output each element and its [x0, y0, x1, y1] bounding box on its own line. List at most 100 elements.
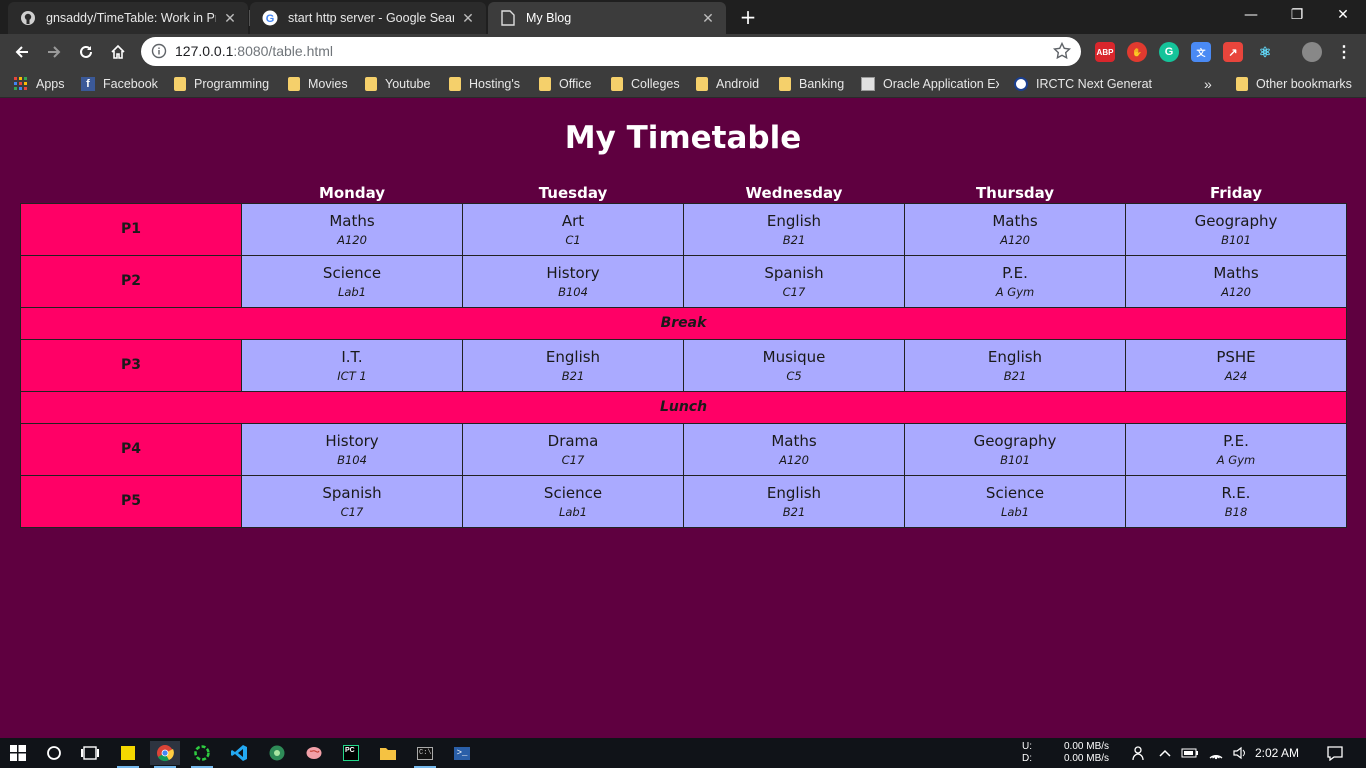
bookmark-star-icon[interactable]: [1052, 41, 1072, 64]
adblock-plus-icon[interactable]: ABP: [1095, 42, 1115, 62]
greenshot-app[interactable]: [262, 741, 292, 765]
header-corner: [21, 180, 242, 203]
folder-icon: [380, 748, 396, 760]
lesson-room: B21: [782, 504, 806, 519]
tab-title: start http server - Google Search: [288, 11, 454, 25]
period-label: P5: [20, 474, 242, 528]
wifi-button[interactable]: [1204, 741, 1228, 765]
powershell-icon: >_: [454, 746, 470, 760]
file-explorer-app[interactable]: [373, 741, 403, 765]
react-devtools-icon[interactable]: ⚛: [1255, 42, 1275, 62]
browser-toolbar: 127.0.0.1:8080/table.html ABP ✋ G 文 ↗ ⚛ …: [0, 34, 1366, 70]
lesson-room: Lab1: [558, 504, 588, 519]
lesson-room: B101: [1221, 232, 1251, 247]
bookmark-oracle-apex[interactable]: Oracle Application Ex: [861, 75, 999, 93]
irctc-icon: [1014, 77, 1028, 91]
bookmark-android[interactable]: Android: [696, 75, 759, 93]
pycharm-app[interactable]: PC: [336, 741, 366, 765]
profile-avatar[interactable]: [1302, 42, 1322, 62]
lunch-label: Lunch: [20, 390, 1347, 424]
address-bar[interactable]: 127.0.0.1:8080/table.html: [141, 37, 1081, 66]
loader-app[interactable]: [187, 741, 217, 768]
bookmark-irctc[interactable]: IRCTC Next Generatio: [1014, 75, 1152, 93]
bookmark-banking[interactable]: Banking: [779, 75, 844, 93]
share-arrow-icon[interactable]: ↗: [1223, 42, 1243, 62]
bookmark-label: Colleges: [631, 77, 680, 91]
lesson-subject: Science: [985, 483, 1045, 502]
taskbar-clock[interactable]: 2:02 AM: [1255, 746, 1299, 760]
people-button[interactable]: [1124, 741, 1154, 765]
translate-icon[interactable]: 文: [1191, 42, 1211, 62]
back-button[interactable]: [9, 39, 35, 65]
tab-github[interactable]: gnsaddy/TimeTable: Work in Progress ✕: [8, 2, 248, 34]
tab-title: My Blog: [526, 11, 572, 25]
lesson-room: A Gym: [1216, 452, 1256, 467]
lesson-cell: Musique C5: [683, 338, 905, 392]
reload-button[interactable]: [73, 39, 99, 65]
folder-icon: [174, 77, 186, 91]
task-view-button[interactable]: [75, 741, 105, 765]
bookmarks-overflow-chevron-icon[interactable]: »: [1204, 75, 1212, 93]
timetable: Monday Tuesday Wednesday Thursday Friday…: [20, 180, 1347, 528]
google-icon: G: [262, 10, 278, 26]
bookmark-label: Other bookmarks: [1256, 77, 1352, 91]
bookmark-label: Youtube: [385, 77, 431, 91]
folder-icon: [539, 77, 551, 91]
brain-app[interactable]: [299, 741, 329, 765]
ublock-icon[interactable]: ✋: [1127, 42, 1147, 62]
green-globe-icon: [269, 745, 285, 761]
bookmark-movies[interactable]: Movies: [288, 75, 348, 93]
vscode-app[interactable]: [224, 741, 254, 765]
lesson-room: B21: [561, 368, 585, 383]
tab-google-search[interactable]: G start http server - Google Search ✕: [250, 2, 486, 34]
powershell-app[interactable]: >_: [447, 741, 477, 765]
folder-icon: [449, 77, 461, 91]
bookmark-label: IRCTC Next Generatio: [1036, 77, 1152, 91]
windows-logo-icon: [10, 745, 26, 761]
close-tab-icon[interactable]: ✕: [460, 10, 476, 26]
lesson-cell: Science Lab1: [462, 474, 684, 528]
bookmark-hostings[interactable]: Hosting's: [449, 75, 520, 93]
day-header-monday: Monday: [318, 183, 386, 202]
home-icon: [111, 44, 125, 59]
volume-button[interactable]: [1228, 741, 1252, 765]
bookmark-office[interactable]: Office: [539, 75, 591, 93]
new-tab-button[interactable]: +: [736, 6, 760, 28]
break-row: Lunch: [20, 390, 1347, 424]
brain-icon: [306, 747, 322, 759]
bookmark-other-bookmarks[interactable]: Other bookmarks: [1236, 75, 1352, 93]
bookmark-apps[interactable]: Apps: [14, 75, 65, 93]
bookmark-facebook[interactable]: f Facebook: [81, 75, 158, 93]
command-prompt-app[interactable]: C:\: [410, 741, 440, 768]
close-tab-icon[interactable]: ✕: [700, 10, 716, 26]
bookmark-colleges[interactable]: Colleges: [611, 75, 680, 93]
lesson-subject: Maths: [771, 431, 817, 450]
lesson-room: ICT 1: [337, 368, 367, 383]
menu-icon[interactable]: ⋮: [1334, 42, 1354, 62]
minimize-button[interactable]: —: [1228, 0, 1274, 30]
lesson-cell: Maths A120: [241, 202, 463, 256]
forward-button[interactable]: [41, 39, 67, 65]
bookmark-youtube[interactable]: Youtube: [365, 75, 430, 93]
close-tab-icon[interactable]: ✕: [222, 10, 238, 26]
start-button[interactable]: [3, 741, 33, 765]
lesson-cell: I.T. ICT 1: [241, 338, 463, 392]
circle-icon: [47, 746, 61, 760]
lesson-cell: Art C1: [462, 202, 684, 256]
tab-my-blog[interactable]: My Blog ✕: [488, 2, 726, 34]
bookmark-label: Hosting's: [469, 77, 521, 91]
bookmark-programming[interactable]: Programming: [174, 75, 269, 93]
cortana-search-button[interactable]: [39, 741, 69, 765]
chrome-app[interactable]: [150, 741, 180, 768]
site-info-icon[interactable]: [151, 43, 167, 63]
grammarly-icon[interactable]: G: [1159, 42, 1179, 62]
action-center-button[interactable]: [1320, 741, 1350, 765]
close-window-button[interactable]: ✕: [1320, 0, 1366, 30]
home-button[interactable]: [105, 39, 131, 65]
battery-button[interactable]: [1178, 741, 1202, 765]
lesson-subject: Spanish: [764, 263, 824, 282]
show-hidden-icons-button[interactable]: [1154, 741, 1176, 765]
restore-button[interactable]: ❐: [1274, 0, 1320, 30]
back-arrow-icon: [15, 46, 28, 58]
sticky-notes-app[interactable]: [113, 741, 143, 768]
